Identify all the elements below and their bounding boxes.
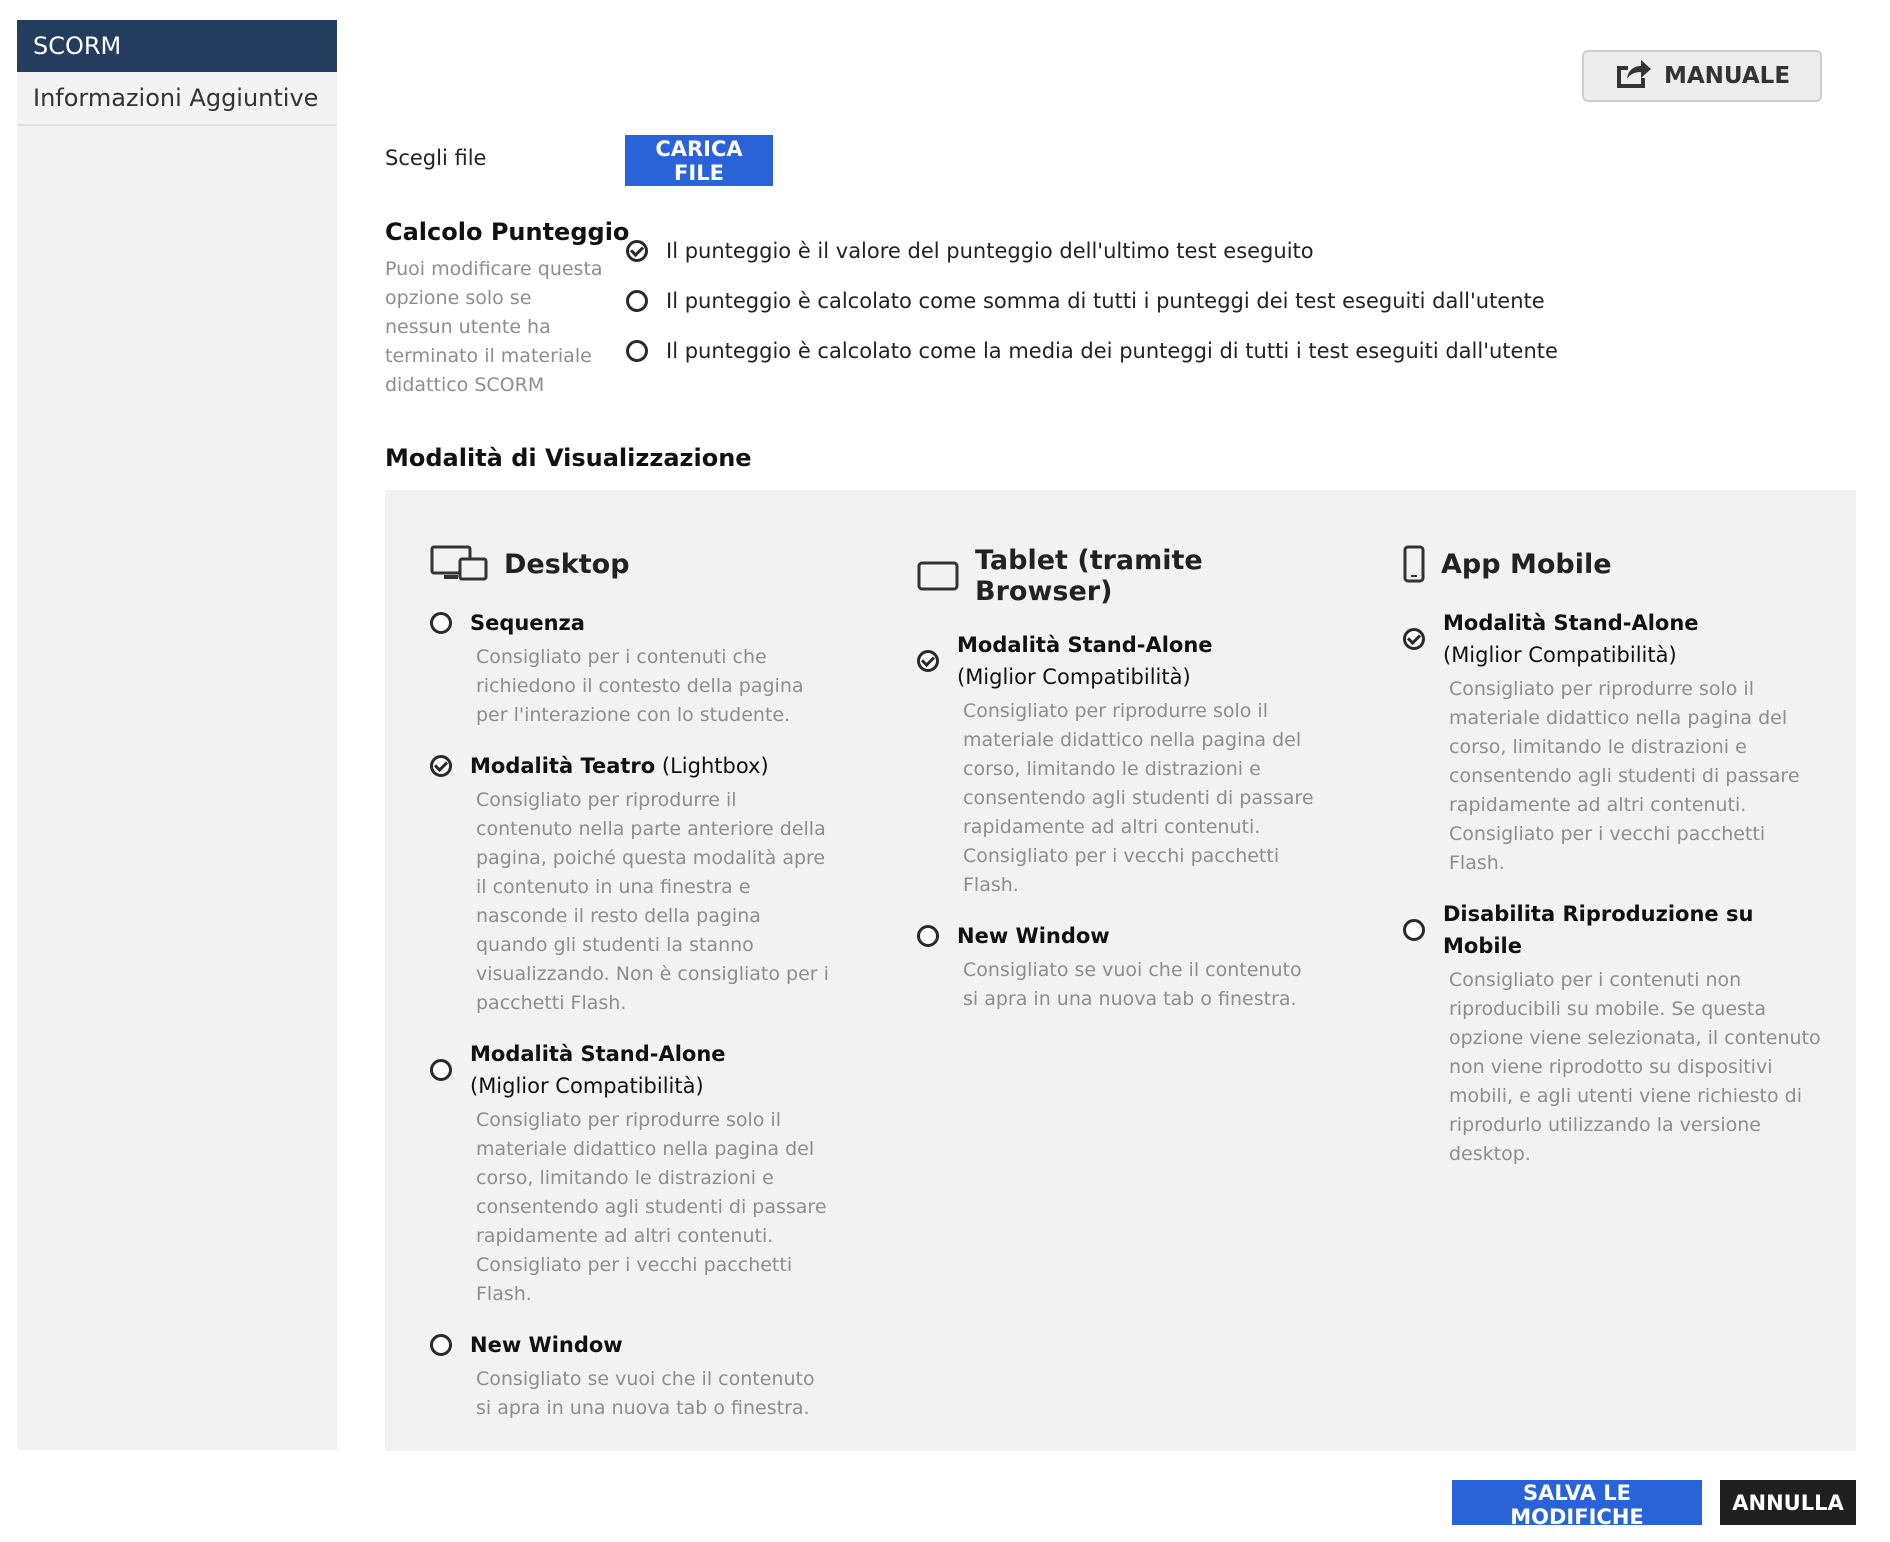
score-option-label: Il punteggio è calcolato come la media d… bbox=[666, 339, 1558, 363]
score-option-label: Il punteggio è il valore del punteggio d… bbox=[666, 239, 1314, 263]
radio-checked-icon[interactable] bbox=[917, 650, 939, 672]
score-option-sum[interactable]: Il punteggio è calcolato come somma di t… bbox=[626, 276, 1558, 326]
smartphone-icon bbox=[1403, 545, 1425, 583]
sidebar: SCORM Informazioni Aggiuntive bbox=[17, 20, 337, 1450]
radio-checked-icon[interactable] bbox=[1403, 628, 1425, 650]
desktop-option-new-window[interactable]: New Window Consigliato se vuoi che il co… bbox=[430, 1329, 830, 1423]
score-calculation-title: Calcolo Punteggio bbox=[385, 218, 630, 246]
option-title: Modalità Stand-Alone (Miglior Compatibil… bbox=[957, 633, 1213, 689]
score-calculation-description: Puoi modificare questa opzione solo se n… bbox=[385, 258, 603, 396]
option-description: Consigliato per riprodurre solo il mater… bbox=[1449, 678, 1800, 874]
manual-button[interactable]: MANUALE bbox=[1582, 50, 1822, 102]
option-title: Sequenza bbox=[470, 611, 585, 635]
mobile-option-disable[interactable]: Disabilita Riproduzione su Mobile Consig… bbox=[1403, 898, 1823, 1169]
sidebar-item-informazioni-aggiuntive[interactable]: Informazioni Aggiuntive bbox=[17, 72, 337, 126]
save-changes-button[interactable]: SALVA LE MODIFICHE bbox=[1452, 1480, 1702, 1529]
cancel-button[interactable]: ANNULLA bbox=[1720, 1480, 1856, 1525]
option-description: Consigliato se vuoi che il contenuto si … bbox=[476, 1368, 815, 1419]
desktop-header: Desktop bbox=[430, 545, 830, 583]
radio-unchecked-icon[interactable] bbox=[626, 290, 648, 312]
desktop-icon bbox=[430, 545, 488, 583]
radio-checked-icon[interactable] bbox=[626, 240, 648, 262]
radio-unchecked-icon[interactable] bbox=[1403, 919, 1425, 941]
score-options: Il punteggio è il valore del punteggio d… bbox=[626, 226, 1558, 376]
mobile-title: App Mobile bbox=[1441, 548, 1612, 580]
radio-unchecked-icon[interactable] bbox=[430, 1334, 452, 1356]
option-title: New Window bbox=[470, 1333, 623, 1357]
score-option-last-test[interactable]: Il punteggio è il valore del punteggio d… bbox=[626, 226, 1558, 276]
tablet-header: Tablet (tramite Browser) bbox=[917, 545, 1317, 607]
mobile-header: App Mobile bbox=[1403, 545, 1823, 583]
score-option-label: Il punteggio è calcolato come somma di t… bbox=[666, 289, 1545, 313]
option-description: Consigliato per i contenuti non riproduc… bbox=[1449, 969, 1821, 1165]
radio-unchecked-icon[interactable] bbox=[626, 340, 648, 362]
option-description: Consigliato per riprodurre solo il mater… bbox=[963, 700, 1314, 896]
option-description: Consigliato per riprodurre solo il mater… bbox=[476, 1109, 827, 1305]
option-description: Consigliato per i contenuti che richiedo… bbox=[476, 646, 804, 726]
tablet-column: Tablet (tramite Browser) Modalità Stand-… bbox=[917, 545, 1317, 1014]
desktop-title: Desktop bbox=[504, 548, 630, 580]
display-mode-panel: Desktop Sequenza Consigliato per i conte… bbox=[385, 490, 1856, 1451]
radio-unchecked-icon[interactable] bbox=[917, 925, 939, 947]
tablet-option-new-window[interactable]: New Window Consigliato se vuoi che il co… bbox=[917, 920, 1317, 1014]
option-title: Modalità Stand-Alone (Miglior Compatibil… bbox=[470, 1042, 726, 1098]
desktop-option-stand-alone[interactable]: Modalità Stand-Alone (Miglior Compatibil… bbox=[430, 1038, 830, 1309]
option-title: Disabilita Riproduzione su Mobile bbox=[1443, 902, 1754, 958]
mobile-column: App Mobile Modalità Stand-Alone (Miglior… bbox=[1403, 545, 1823, 1169]
upload-file-button[interactable]: CARICA FILE bbox=[625, 135, 773, 186]
radio-unchecked-icon[interactable] bbox=[430, 1059, 452, 1081]
display-mode-title: Modalità di Visualizzazione bbox=[385, 444, 752, 472]
sidebar-item-scorm[interactable]: SCORM bbox=[17, 20, 337, 72]
option-title: New Window bbox=[957, 924, 1110, 948]
mobile-option-stand-alone[interactable]: Modalità Stand-Alone (Miglior Compatibil… bbox=[1403, 607, 1823, 878]
desktop-option-teatro[interactable]: Modalità Teatro (Lightbox) Consigliato p… bbox=[430, 750, 830, 1018]
tablet-title: Tablet (tramite Browser) bbox=[975, 545, 1203, 607]
option-description: Consigliato se vuoi che il contenuto si … bbox=[963, 959, 1302, 1010]
option-title: Modalità Teatro (Lightbox) bbox=[470, 754, 769, 778]
tablet-icon bbox=[917, 561, 959, 591]
option-title: Modalità Stand-Alone (Miglior Compatibil… bbox=[1443, 611, 1699, 667]
choose-file-label: Scegli file bbox=[385, 146, 487, 170]
radio-checked-icon[interactable] bbox=[430, 755, 452, 777]
desktop-column: Desktop Sequenza Consigliato per i conte… bbox=[430, 545, 830, 1423]
manual-button-label: MANUALE bbox=[1663, 63, 1791, 89]
tablet-option-stand-alone[interactable]: Modalità Stand-Alone (Miglior Compatibil… bbox=[917, 629, 1317, 900]
score-option-average[interactable]: Il punteggio è calcolato come la media d… bbox=[626, 326, 1558, 376]
desktop-option-sequenza[interactable]: Sequenza Consigliato per i contenuti che… bbox=[430, 607, 830, 730]
option-description: Consigliato per riprodurre il contenuto … bbox=[476, 789, 829, 1014]
share-icon bbox=[1614, 57, 1652, 95]
radio-unchecked-icon[interactable] bbox=[430, 612, 452, 634]
